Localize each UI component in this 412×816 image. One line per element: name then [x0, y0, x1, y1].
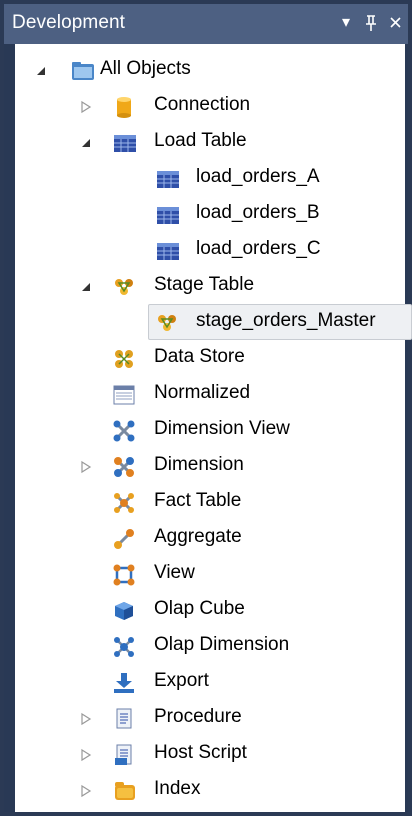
tree-node-olap-dimension[interactable]: Olap Dimension: [15, 630, 395, 664]
tree-label-all-objects: All Objects: [100, 58, 191, 79]
tree-label-normalized: Normalized: [154, 382, 251, 403]
tree-node-procedure[interactable]: Procedure: [15, 702, 395, 736]
tree-node-index[interactable]: Index: [15, 774, 395, 808]
expanded-arrow-icon[interactable]: [80, 136, 92, 150]
tree-node-dimension[interactable]: Dimension: [15, 450, 395, 484]
tree-label-stage-orders-master: stage_orders_Master: [196, 310, 376, 331]
pin-button[interactable]: [359, 10, 383, 36]
panel-header: Development ▾: [4, 4, 408, 44]
close-button[interactable]: [384, 10, 408, 36]
database-cylinder-icon: [113, 96, 135, 118]
tree-label-export: Export: [154, 670, 209, 691]
collapsed-arrow-icon[interactable]: [80, 748, 92, 762]
expanded-arrow-icon[interactable]: [80, 280, 92, 294]
tree-node-normalized[interactable]: Normalized: [15, 378, 395, 412]
data-store-icon: [113, 348, 135, 370]
tree-label-view: View: [154, 562, 195, 583]
tree-node-load-orders-c[interactable]: load_orders_C: [15, 234, 395, 268]
tree-label-fact-table: Fact Table: [154, 490, 242, 511]
table-icon: [113, 132, 136, 154]
expanded-arrow-icon[interactable]: [35, 64, 47, 78]
collapsed-arrow-icon[interactable]: [80, 712, 92, 726]
dimension-view-icon: [113, 420, 135, 442]
collapsed-arrow-icon[interactable]: [80, 460, 92, 474]
export-icon: [113, 672, 135, 694]
fact-table-icon: [113, 492, 135, 514]
stage-star-icon: [113, 276, 135, 298]
collapsed-arrow-icon[interactable]: [80, 100, 92, 114]
tree-node-aggregate[interactable]: Aggregate: [15, 522, 395, 556]
tree-node-dimension-view[interactable]: Dimension View: [15, 414, 395, 448]
tree-node-all-objects[interactable]: All Objects: [15, 54, 395, 88]
tree-label-dimension-view: Dimension View: [154, 418, 290, 439]
tree-node-view[interactable]: View: [15, 558, 395, 592]
index-icon: [113, 780, 135, 802]
view-icon: [113, 564, 135, 586]
tree-label-connection: Connection: [154, 94, 251, 115]
table-icon: [156, 240, 179, 262]
tree-label-dimension: Dimension: [154, 454, 244, 475]
object-tree: All Objects Connection Load Table load_o…: [15, 44, 412, 812]
table-icon: [156, 168, 179, 190]
tree-node-stage-orders-master[interactable]: stage_orders_Master: [15, 306, 395, 340]
tree-label-load-orders-b: load_orders_B: [196, 202, 320, 223]
tree-node-load-orders-b[interactable]: load_orders_B: [15, 198, 395, 232]
tree-node-fact-table[interactable]: Fact Table: [15, 486, 395, 520]
tree-label-load-orders-a: load_orders_A: [196, 166, 320, 187]
tree-label-index: Index: [154, 778, 201, 799]
tree-label-load-table: Load Table: [154, 130, 247, 151]
host-script-icon: [113, 744, 135, 766]
tree-label-aggregate: Aggregate: [154, 526, 242, 547]
tree-label-host-script: Host Script: [154, 742, 247, 763]
olap-cube-icon: [113, 600, 135, 622]
tree-label-olap-dimension: Olap Dimension: [154, 634, 290, 655]
tree-node-olap-cube[interactable]: Olap Cube: [15, 594, 395, 628]
tree-node-connection[interactable]: Connection: [15, 90, 395, 124]
tree-label-load-orders-c: load_orders_C: [196, 238, 321, 259]
olap-dimension-icon: [113, 636, 135, 658]
dimension-icon: [113, 456, 135, 478]
tree-label-olap-cube: Olap Cube: [154, 598, 245, 619]
tree-label-stage-table: Stage Table: [154, 274, 255, 295]
panel-title: Development: [12, 12, 126, 33]
tree-node-data-store[interactable]: Data Store: [15, 342, 395, 376]
tree-node-stage-table[interactable]: Stage Table: [15, 270, 395, 304]
tree-node-export[interactable]: Export: [15, 666, 395, 700]
stage-star-icon: [156, 312, 178, 334]
folder-icon: [71, 60, 94, 82]
tree-node-load-orders-a[interactable]: load_orders_A: [15, 162, 395, 196]
tree-label-data-store: Data Store: [154, 346, 245, 367]
tree-label-procedure: Procedure: [154, 706, 242, 727]
tree-node-host-script[interactable]: Host Script: [15, 738, 395, 772]
aggregate-icon: [113, 528, 135, 550]
normalized-icon: [113, 384, 135, 406]
dropdown-button[interactable]: ▾: [334, 10, 358, 36]
tree-node-load-table[interactable]: Load Table: [15, 126, 395, 160]
collapsed-arrow-icon[interactable]: [80, 784, 92, 798]
table-icon: [156, 204, 179, 226]
procedure-icon: [113, 708, 135, 730]
development-panel: Development ▾ All Objects Connection Loa…: [4, 4, 412, 812]
